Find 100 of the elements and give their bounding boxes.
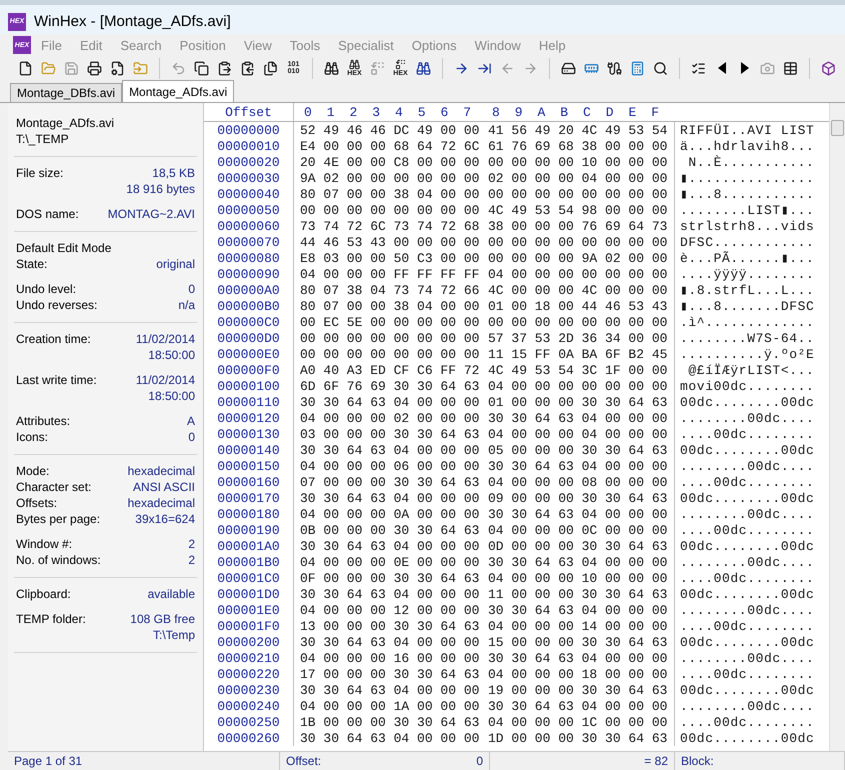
hex-bytes: 0F 00 00 00 30 30 64 63 [300, 570, 480, 586]
offset-cell: 00000150 [217, 458, 280, 474]
text-cell: ....00dc........ [680, 474, 814, 490]
binoculars-icon [324, 60, 339, 76]
file-tab[interactable]: Montage_DBfs.avi [10, 83, 122, 102]
menu-item[interactable]: Help [528, 38, 574, 52]
info-label: Icons: [16, 429, 48, 445]
hard-drive-icon [561, 60, 576, 76]
window-title: WinHex - [Montage_ADfs.avi] [34, 13, 231, 30]
hex-bytes: E8 03 00 00 50 C3 00 00 [300, 250, 480, 266]
column-header: 9 [514, 104, 524, 120]
hex-bytes: 0D 00 00 00 30 30 64 63 [488, 538, 668, 554]
menu-item[interactable]: Specialist [328, 38, 402, 52]
text-cell-text: N..È........... [687, 154, 814, 170]
text-cell: ....00dc........ [680, 666, 814, 682]
hex-bytes: 04 00 00 00 FF FF FF FF [300, 266, 480, 282]
hex-bytes: 00 00 00 00 00 00 00 00 [488, 234, 668, 250]
hex-bytes: 30 30 64 63 04 00 00 00 [488, 554, 668, 570]
offset-cell: 000001A0 [217, 538, 280, 554]
info-value: 18 916 bytes [126, 181, 195, 197]
info-value: 18:50:00 [148, 347, 195, 363]
scrollbar[interactable] [829, 103, 845, 751]
info-label: T:\_TEMP [16, 131, 69, 147]
file-icon [18, 60, 33, 76]
menu-item[interactable]: Options [402, 38, 465, 52]
status-value: = 82 [644, 754, 668, 768]
copy-icon [194, 60, 209, 76]
column-header: 8 [491, 104, 501, 120]
hex-bytes: 19 00 00 00 30 30 64 63 [488, 682, 668, 698]
info-label: No. of windows: [16, 552, 101, 568]
column-header: 2 [348, 104, 358, 120]
text-cell: ....00dc........ [680, 570, 814, 586]
hex-bytes: 30 30 64 63 04 00 00 00 [300, 442, 480, 458]
menu-item[interactable]: Search [110, 38, 170, 52]
hex-bytes: 09 00 00 00 30 30 64 63 [488, 490, 668, 506]
menu-item[interactable]: Position [170, 38, 234, 52]
text-cell: ▮............... [680, 170, 814, 186]
offset-cell: 000001E0 [217, 602, 280, 618]
page-indicator: Page 1 of 31 [14, 754, 82, 768]
binoculars-icon [416, 60, 431, 76]
hex-bytes: 30 30 64 63 04 00 00 00 [488, 698, 668, 714]
text-cell: DFSC............ [680, 234, 814, 250]
camera-icon [760, 60, 775, 76]
text-cell: 00dc........00dc [680, 394, 814, 410]
menu-item[interactable]: Tools [280, 38, 328, 52]
hex-bytes: E4 00 00 00 68 64 72 6C [300, 138, 480, 154]
info-label: Montage_ADfs.avi [16, 115, 114, 131]
checklist-icon [691, 60, 706, 76]
file-tab[interactable]: Montage_ADfs.avi [122, 80, 234, 102]
text-cell: .ì^............. [680, 314, 814, 330]
text-cell: ▮.8.strfL...L... [680, 282, 814, 298]
text-cell: movi00dc........ [680, 378, 814, 394]
offset-cell: 00000190 [217, 522, 280, 538]
hex-bytes: 30 30 64 63 04 00 00 00 [300, 394, 480, 410]
menu-item[interactable]: Window [464, 38, 529, 52]
column-header: 0 [303, 104, 313, 120]
hex-bytes: 02 00 00 00 04 00 00 00 [488, 170, 668, 186]
text-cell: ....ÿÿÿÿ........ [680, 266, 814, 282]
menu-item[interactable]: File [31, 38, 70, 52]
info-label: Mode: [16, 463, 50, 479]
offset-cell: 00000010 [217, 138, 280, 154]
text-cell: ........00dc.... [680, 554, 814, 570]
hex-bytes: 80 07 00 00 38 04 00 00 [300, 186, 480, 202]
hex-bytes: 41 56 49 20 4C 49 53 54 [488, 122, 668, 138]
hex-bytes: 00 00 00 00 00 00 00 00 [300, 330, 480, 346]
info-label: Offsets: [16, 495, 58, 511]
offset-cell: 000000F0 [217, 362, 280, 378]
text-cell: 00dc........00dc [680, 730, 814, 746]
hex-bytes: 30 30 64 63 04 00 00 00 [300, 490, 480, 506]
hex-bytes: 13 00 00 00 30 30 64 63 [300, 618, 480, 634]
info-value: 11/02/2014 [136, 331, 195, 347]
text-cell: ........W7S-64.. [680, 330, 814, 346]
column-header: E [628, 104, 638, 120]
offset-cell: 00000200 [217, 634, 280, 650]
hex-bytes: 00 00 00 00 00 00 00 00 [300, 346, 480, 362]
hex-bytes: 73 74 72 6C 73 74 72 68 [300, 218, 480, 234]
menu-item[interactable]: View [234, 38, 280, 52]
documents-icon [263, 60, 278, 76]
offset-cell: 00000170 [217, 490, 280, 506]
hex-bytes: 00 EC 5E 00 00 00 00 00 [300, 314, 480, 330]
info-label: Character set: [16, 479, 92, 495]
printer-icon [87, 60, 102, 76]
hex-bytes: 01 00 00 00 30 30 64 63 [488, 394, 668, 410]
scrollbar-thumb[interactable] [831, 120, 844, 136]
hex-bytes: 30 30 64 63 04 00 00 00 [488, 410, 668, 426]
text-cell: RIFFÜI..AVI LIST [680, 122, 814, 138]
hex-bytes: 80 07 00 00 38 04 00 00 [300, 298, 480, 314]
info-value: original [156, 256, 195, 272]
hex-bytes: 30 30 64 63 04 00 00 00 [488, 506, 668, 522]
arrow-to-line-icon [477, 60, 492, 76]
info-value: ANSI ASCII [132, 479, 195, 495]
info-label: Bytes per page: [16, 511, 100, 527]
offset-cell: 00000020 [217, 154, 280, 170]
hex-bytes: 04 00 00 00 00 00 00 00 [488, 378, 668, 394]
hex-bytes: 04 00 00 00 14 00 00 00 [488, 618, 668, 634]
hex-bytes: 04 00 00 00 12 00 00 00 [300, 602, 480, 618]
column-header: A [536, 104, 546, 120]
menu-item[interactable]: Edit [70, 38, 110, 52]
info-value: 0 [188, 429, 195, 445]
hex-bytes: 11 15 FF 0A BA 6F B2 45 [488, 346, 668, 362]
